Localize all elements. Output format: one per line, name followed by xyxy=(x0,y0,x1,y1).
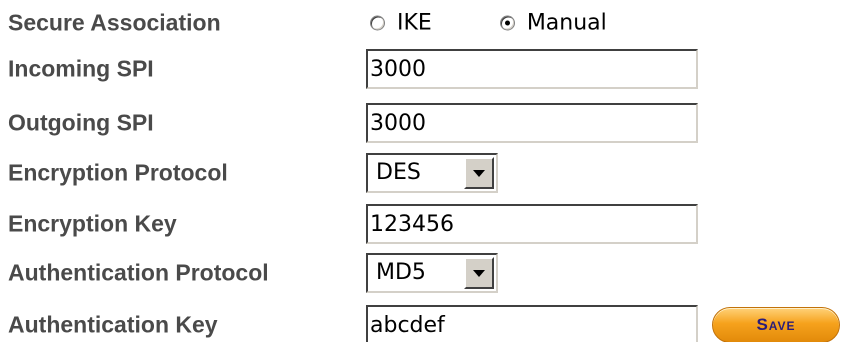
authentication-protocol-label: Authentication Protocol xyxy=(8,259,269,286)
radio-option-manual[interactable]: Manual xyxy=(499,10,607,36)
row-encryption-key: Encryption Key 123456 xyxy=(0,201,845,247)
chevron-down-icon xyxy=(473,269,485,277)
authentication-protocol-value: MD5 xyxy=(376,260,426,285)
authentication-key-label: Authentication Key xyxy=(8,311,218,338)
ike-radio[interactable] xyxy=(370,15,385,31)
row-incoming-spi: Incoming SPI 3000 xyxy=(0,46,845,92)
secure-association-label: Secure Association xyxy=(8,9,221,36)
encryption-key-input[interactable]: 123456 xyxy=(366,204,698,244)
row-secure-association: Secure Association IKE Manual xyxy=(0,0,845,46)
ipsec-manual-key-form: Secure Association IKE Manual Incoming S… xyxy=(0,0,845,342)
encryption-protocol-value: DES xyxy=(376,160,421,185)
encryption-protocol-select[interactable]: DES xyxy=(366,153,498,193)
encryption-key-label: Encryption Key xyxy=(8,210,177,237)
outgoing-spi-label: Outgoing SPI xyxy=(8,109,154,136)
secure-association-radio-group: IKE Manual xyxy=(370,11,607,36)
dropdown-arrow-button[interactable] xyxy=(464,257,494,289)
ike-radio-label: IKE xyxy=(397,10,432,36)
incoming-spi-label: Incoming SPI xyxy=(8,55,154,82)
chevron-down-icon xyxy=(473,169,485,177)
manual-radio[interactable] xyxy=(499,15,515,31)
row-authentication-key: Authentication Key abcdef Save xyxy=(0,302,845,342)
row-outgoing-spi: Outgoing SPI 3000 xyxy=(0,100,845,146)
row-encryption-protocol: Encryption Protocol DES xyxy=(0,150,845,196)
incoming-spi-input[interactable]: 3000 xyxy=(366,49,698,89)
encryption-protocol-label: Encryption Protocol xyxy=(8,159,228,186)
save-button[interactable]: Save xyxy=(712,307,840,342)
radio-option-ike[interactable]: IKE xyxy=(370,11,432,36)
row-authentication-protocol: Authentication Protocol MD5 xyxy=(0,250,845,296)
dropdown-arrow-button[interactable] xyxy=(464,157,494,189)
authentication-protocol-select[interactable]: MD5 xyxy=(366,253,498,293)
outgoing-spi-input[interactable]: 3000 xyxy=(366,103,698,143)
authentication-key-input[interactable]: abcdef xyxy=(366,305,698,342)
manual-radio-label: Manual xyxy=(526,10,607,36)
